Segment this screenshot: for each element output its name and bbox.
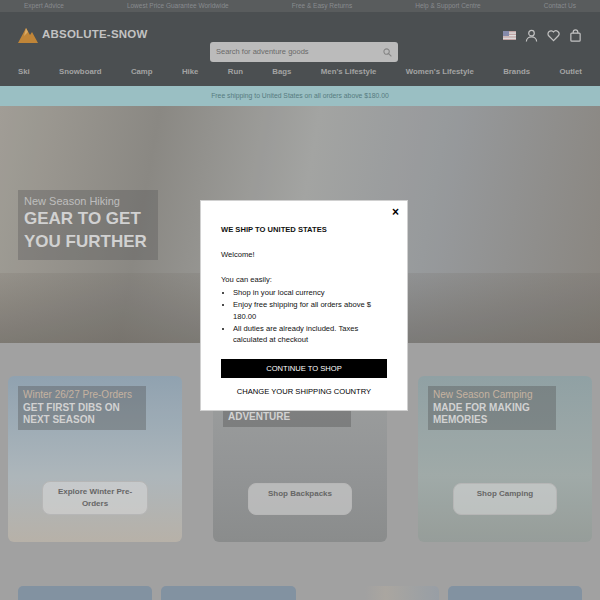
intro-text: You can easily: xyxy=(221,274,387,286)
benefit-item: All duties are already included. Taxes c… xyxy=(233,323,387,347)
continue-button[interactable]: CONTINUE TO SHOP xyxy=(221,359,387,378)
benefit-item: Shop in your local currency xyxy=(233,287,387,299)
benefit-item: Enjoy free shipping for all orders above… xyxy=(233,299,387,323)
close-button[interactable]: × xyxy=(390,204,401,220)
greeting-text: Welcome! xyxy=(221,249,387,261)
shipping-dialog: × WE SHIP TO UNITED STATES Welcome! You … xyxy=(200,200,408,411)
benefit-list: Shop in your local currencyEnjoy free sh… xyxy=(221,287,387,346)
dialog-title: WE SHIP TO UNITED STATES xyxy=(221,224,387,236)
change-country-link[interactable]: CHANGE YOUR SHIPPING COUNTRY xyxy=(221,386,387,398)
